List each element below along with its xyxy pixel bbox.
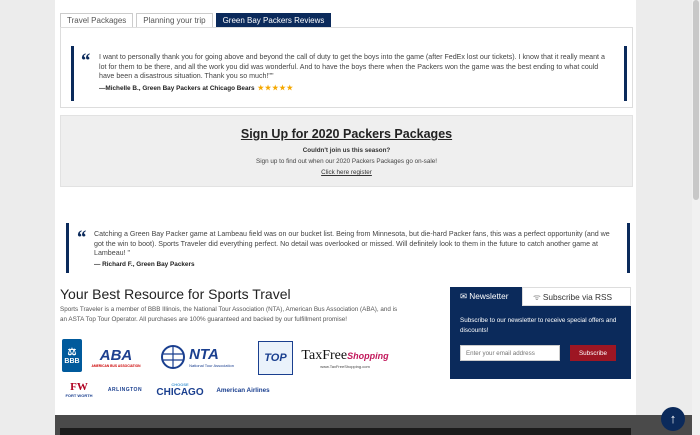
signup-subtitle: Couldn't join us this season? — [302, 147, 391, 154]
newsletter-panel: Subscribe to our newsletter to receive s… — [450, 306, 631, 379]
aba-logo[interactable]: ABA AMERICAN BUS ASSOCIATION — [90, 341, 142, 373]
bbb-icon: ⚖ — [67, 346, 77, 358]
taxfree-shopping-logo[interactable]: TaxFreeShopping www.TaxFreeShopping.com — [298, 342, 392, 372]
asta-top-tour-operator-logo[interactable]: TOP — [258, 341, 293, 375]
signup-banner: Sign Up for 2020 Packers Packages Couldn… — [60, 115, 633, 187]
signup-title[interactable]: Sign Up for 2020 Packers Packages — [61, 127, 632, 141]
envelope-icon: ✉ — [460, 291, 470, 301]
email-field[interactable] — [460, 345, 560, 361]
arrow-up-icon: ↑ — [669, 411, 677, 426]
review-1-author: —Michelle B., Green Bay Packers at Chica… — [99, 85, 255, 92]
resources-description: Sports Traveler is a member of BBB Illin… — [60, 306, 398, 323]
subscribe-button[interactable]: Subscribe — [570, 345, 616, 361]
footer-inner-bar — [60, 428, 631, 435]
review-tabs: Travel Packages Planning your trip Green… — [60, 13, 334, 27]
signup-description: Sign up to find out when our 2020 Packer… — [256, 158, 437, 165]
review-2-author: — Richard F., Green Bay Packers — [94, 261, 195, 268]
rss-icon: ᯤ — [533, 292, 543, 302]
review-2-text: Catching a Green Bay Packer game at Lamb… — [94, 230, 610, 258]
register-link[interactable]: Click here register — [61, 169, 632, 176]
tab-packers-reviews[interactable]: Green Bay Packers Reviews — [215, 13, 332, 27]
newsletter-description: Subscribe to our newsletter to receive s… — [460, 317, 617, 334]
tab-planning-your-trip[interactable]: Planning your trip — [136, 13, 213, 27]
rating-stars-icon: ★★★★★ — [257, 85, 294, 92]
american-airlines-logo[interactable]: American Airlines — [210, 384, 276, 396]
bbb-logo[interactable]: ⚖ BBB — [62, 339, 82, 372]
scrollbar[interactable] — [692, 0, 700, 435]
fort-worth-logo[interactable]: FW FORT WORTH — [62, 378, 96, 400]
tab-travel-packages[interactable]: Travel Packages — [60, 13, 134, 27]
tab-subscribe-rss[interactable]: ᯤ Subscribe via RSS — [522, 287, 631, 306]
quote-mark-icon: “ — [76, 227, 86, 249]
nta-logo[interactable]: NTA National Tour Association — [156, 342, 238, 372]
review-1-text: I want to personally thank you for going… — [99, 53, 605, 81]
review-1-author-line: —Michelle B., Green Bay Packers at Chica… — [99, 84, 294, 92]
choose-chicago-logo[interactable]: CHOOSE CHICAGO — [156, 380, 204, 400]
arlington-logo[interactable]: ARLINGTON — [102, 383, 148, 397]
scrollbar-thumb[interactable] — [693, 0, 699, 200]
tab-newsletter[interactable]: ✉ Newsletter — [450, 287, 522, 306]
globe-icon — [161, 345, 186, 369]
quote-mark-icon: “ — [80, 50, 90, 72]
resources-heading: Your Best Resource for Sports Travel — [60, 286, 291, 302]
scroll-to-top-button[interactable]: ↑ — [661, 407, 685, 431]
newsletter-widget: ✉ Newsletter ᯤ Subscribe via RSS Subscri… — [450, 287, 631, 379]
